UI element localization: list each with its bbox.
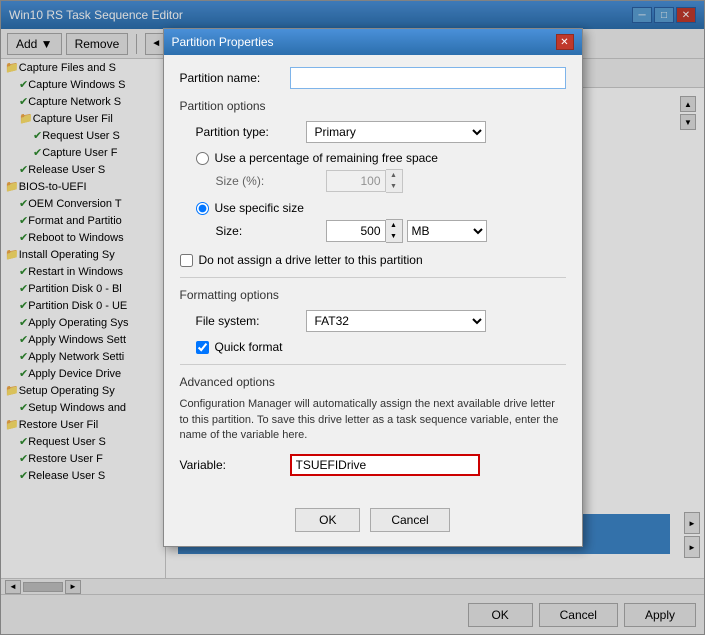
spinner-down-btn: ▼ xyxy=(386,181,402,192)
partition-type-label: Partition type: xyxy=(196,125,306,139)
variable-row: Variable: xyxy=(180,454,566,476)
spinner-buttons: ▲ ▼ xyxy=(386,169,403,193)
dialog-body: Partition name: Partition options Partit… xyxy=(164,55,582,497)
size-spinner: ▲ ▼ xyxy=(326,219,403,243)
quick-format-label: Quick format xyxy=(215,340,283,354)
size-percent-spinner: ▲ ▼ xyxy=(326,169,403,193)
quick-format-checkbox[interactable] xyxy=(196,341,209,354)
partition-options-group: Partition options Partition type: Primar… xyxy=(180,99,566,243)
dialog-title-bar: Partition Properties ✕ xyxy=(164,29,582,55)
radio-specific-label: Use specific size xyxy=(215,201,304,215)
size-controls: ▲ ▼ MB GB xyxy=(326,219,487,243)
advanced-options-group: Advanced options Configuration Manager w… xyxy=(180,375,566,475)
partition-name-row: Partition name: xyxy=(180,67,566,89)
radio-percentage[interactable] xyxy=(196,152,209,165)
partition-options-indent: Partition type: Primary Extended Logical… xyxy=(180,121,566,243)
size-percent-row: Size (%): ▲ ▼ xyxy=(196,169,566,193)
spinner-up-btn: ▲ xyxy=(386,170,402,181)
size-unit-select[interactable]: MB GB xyxy=(407,220,487,242)
radio-percentage-row: Use a percentage of remaining free space xyxy=(196,151,566,165)
advanced-options-label: Advanced options xyxy=(180,375,566,389)
size-percent-label: Size (%): xyxy=(216,174,326,188)
divider-1 xyxy=(180,277,566,278)
formatting-options-group: Formatting options File system: FAT32 NT… xyxy=(180,288,566,354)
size-spinner-buttons: ▲ ▼ xyxy=(386,219,403,243)
formatting-indent: File system: FAT32 NTFS exFAT Quick form… xyxy=(180,310,566,354)
variable-label: Variable: xyxy=(180,458,290,472)
dialog-footer: OK Cancel xyxy=(164,498,582,546)
dialog-cancel-button[interactable]: Cancel xyxy=(370,508,449,532)
divider-2 xyxy=(180,364,566,365)
size-up-btn[interactable]: ▲ xyxy=(386,220,402,231)
file-system-label: File system: xyxy=(196,314,306,328)
formatting-options-label: Formatting options xyxy=(180,288,566,302)
advanced-info-text: Configuration Manager will automatically… xyxy=(180,397,566,443)
radio-specific-row: Use specific size xyxy=(196,201,566,215)
dialog-close-button[interactable]: ✕ xyxy=(556,34,574,50)
radio-specific[interactable] xyxy=(196,202,209,215)
partition-name-input[interactable] xyxy=(290,67,566,89)
modal-overlay: Partition Properties ✕ Partition name: P… xyxy=(0,0,705,635)
no-drive-letter-label: Do not assign a drive letter to this par… xyxy=(199,253,423,267)
file-system-row: File system: FAT32 NTFS exFAT xyxy=(196,310,566,332)
partition-name-label: Partition name: xyxy=(180,71,290,85)
variable-input[interactable] xyxy=(290,454,480,476)
size-row: Size: ▲ ▼ MB GB xyxy=(196,219,566,243)
no-drive-letter-checkbox[interactable] xyxy=(180,254,193,267)
no-drive-letter-row: Do not assign a drive letter to this par… xyxy=(180,253,566,267)
size-down-btn[interactable]: ▼ xyxy=(386,231,402,242)
partition-type-select[interactable]: Primary Extended Logical Hidden xyxy=(306,121,486,143)
partition-options-label: Partition options xyxy=(180,99,566,113)
dialog-title: Partition Properties xyxy=(172,35,274,49)
size-percent-input xyxy=(326,170,386,192)
partition-properties-dialog: Partition Properties ✕ Partition name: P… xyxy=(163,28,583,546)
size-input[interactable] xyxy=(326,220,386,242)
size-label: Size: xyxy=(216,224,326,238)
radio-percentage-label: Use a percentage of remaining free space xyxy=(215,151,438,165)
file-system-select[interactable]: FAT32 NTFS exFAT xyxy=(306,310,486,332)
partition-type-row: Partition type: Primary Extended Logical… xyxy=(196,121,566,143)
dialog-ok-button[interactable]: OK xyxy=(295,508,360,532)
quick-format-row: Quick format xyxy=(196,340,566,354)
